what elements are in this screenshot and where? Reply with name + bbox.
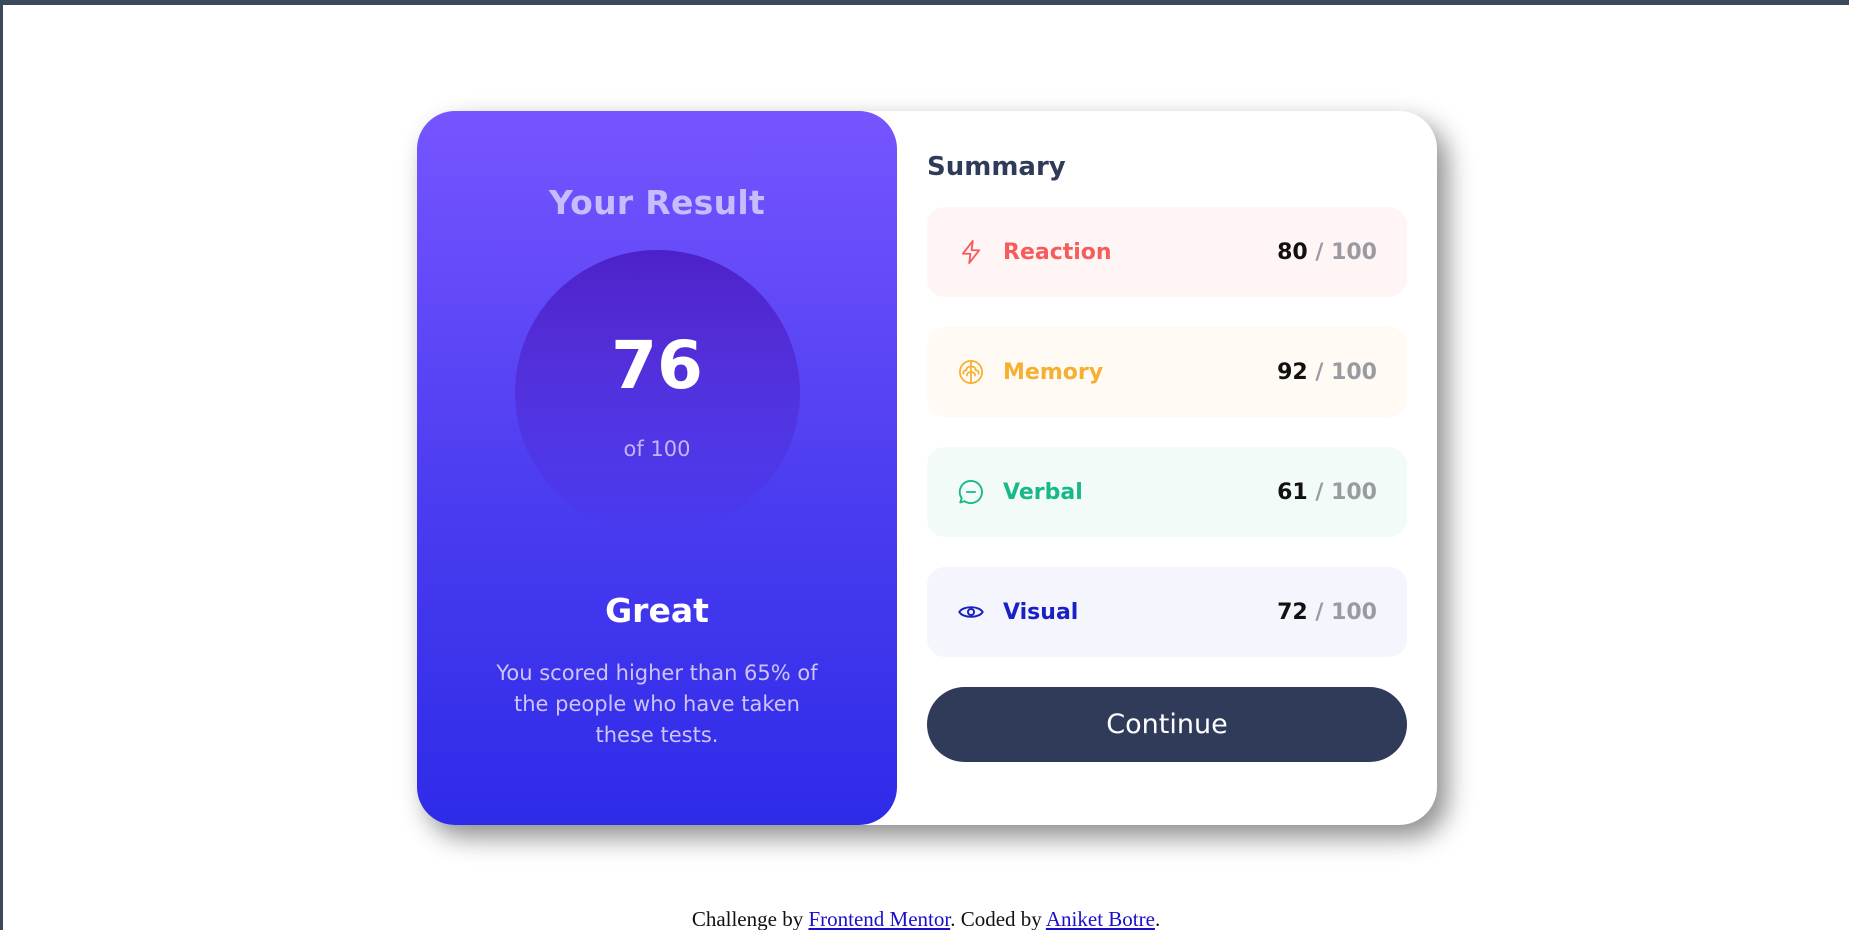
score-value: 80	[1277, 239, 1308, 265]
summary-item-memory: Memory 92 / 100	[927, 327, 1407, 417]
score-max: 100	[1331, 479, 1377, 505]
frontend-mentor-link[interactable]: Frontend Mentor	[808, 907, 950, 930]
result-title: Your Result	[548, 183, 766, 222]
attribution-middle: . Coded by	[950, 907, 1046, 930]
summary-panel: Summary Reaction 80 / 100 Memory 92 / 10…	[897, 111, 1437, 825]
brain-icon	[957, 358, 985, 386]
summary-item-score: 80 / 100	[1277, 240, 1377, 265]
result-grade: Great	[605, 591, 709, 630]
summary-list: Reaction 80 / 100 Memory 92 / 100 Verbal…	[927, 207, 1407, 657]
result-description: You scored higher than 65% of the people…	[496, 661, 818, 747]
summary-item-score: 92 / 100	[1277, 360, 1377, 385]
result-panel: Your Result 76 of 100 Great You scored h…	[417, 111, 897, 825]
score-max: 100	[1331, 239, 1377, 265]
eye-icon	[957, 598, 985, 626]
summary-item-label: Memory	[1003, 359, 1104, 385]
score-value: 92	[1277, 359, 1308, 385]
summary-item-score: 72 / 100	[1277, 600, 1377, 625]
score-separator: /	[1315, 479, 1332, 505]
score-value: 72	[1277, 599, 1308, 625]
attribution: Challenge by Frontend Mentor. Coded by A…	[3, 907, 1849, 930]
author-link[interactable]: Aniket Botre	[1046, 907, 1155, 930]
lightning-icon	[957, 238, 985, 266]
score-value: 61	[1277, 479, 1308, 505]
score-separator: /	[1315, 359, 1332, 385]
summary-item-reaction: Reaction 80 / 100	[927, 207, 1407, 297]
score-max: 100	[1331, 599, 1377, 625]
summary-item-label: Reaction	[1003, 239, 1112, 265]
attribution-prefix: Challenge by	[691, 907, 809, 930]
summary-item-verbal: Verbal 61 / 100	[927, 447, 1407, 537]
summary-title: Summary	[927, 152, 1066, 182]
summary-item-label: Verbal	[1003, 479, 1083, 505]
score-circle: 76 of 100	[514, 250, 800, 535]
continue-button[interactable]: Continue	[927, 687, 1407, 762]
score-max: 100	[1331, 359, 1377, 385]
score-separator: /	[1315, 239, 1332, 265]
chat-bubble-icon	[957, 478, 985, 506]
summary-item-visual: Visual 72 / 100	[927, 567, 1407, 657]
score-value: 76	[611, 326, 703, 404]
results-card: Your Result 76 of 100 Great You scored h…	[417, 111, 1437, 825]
summary-item-score: 61 / 100	[1277, 480, 1377, 505]
attribution-suffix: .	[1154, 907, 1161, 930]
score-separator: /	[1315, 599, 1332, 625]
score-total: of 100	[623, 436, 691, 461]
summary-item-label: Visual	[1003, 599, 1079, 625]
